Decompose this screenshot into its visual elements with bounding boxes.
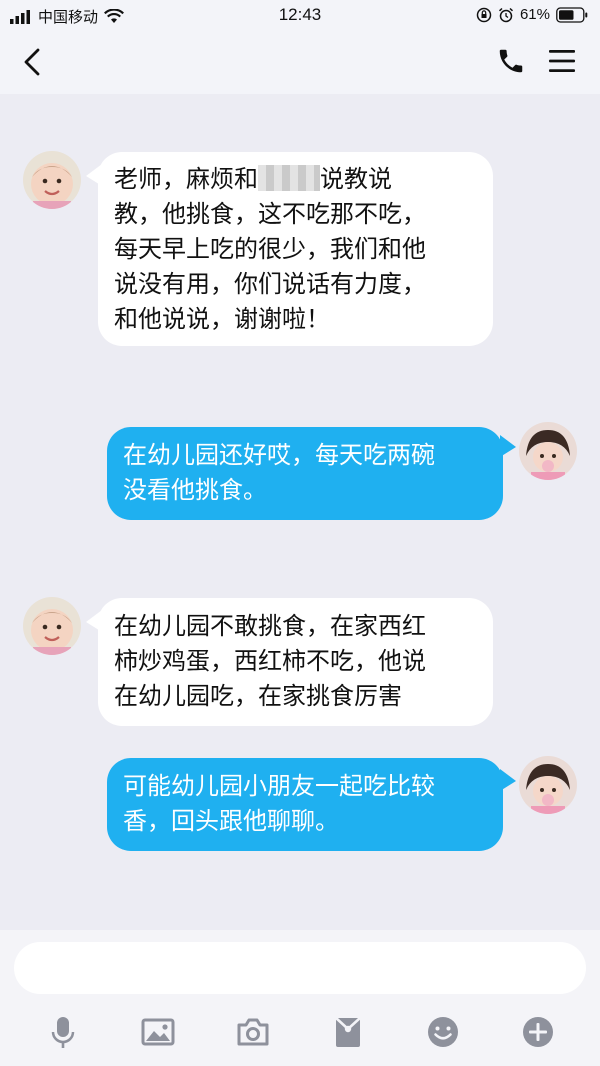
composer xyxy=(0,930,600,1066)
microphone-icon[interactable] xyxy=(43,1012,83,1052)
message-line: 老师，麻烦和 说教说 xyxy=(114,165,392,193)
alarm-icon xyxy=(498,7,513,22)
camera-icon[interactable] xyxy=(233,1012,273,1052)
message-line: 可能幼儿园小朋友一起吃比较 xyxy=(123,772,435,800)
redacted-name-blur xyxy=(258,165,320,191)
back-icon[interactable] xyxy=(14,42,54,82)
status-bar: 中国移动 12:43 61% xyxy=(0,0,600,32)
message-line: 教，他挑食，这不吃那不吃， xyxy=(114,200,426,228)
menu-icon[interactable] xyxy=(546,46,578,76)
plus-icon[interactable] xyxy=(518,1012,558,1052)
orientation-lock-icon xyxy=(476,7,492,22)
message-bubble-incoming[interactable]: 在幼儿园不敢挑食，在家西红 柿炒鸡蛋，西红柿不吃，他说 在幼儿园吃，在家挑食厉害 xyxy=(98,598,493,726)
message-line: 柿炒鸡蛋，西红柿不吃，他说 xyxy=(114,647,426,675)
message-input[interactable] xyxy=(14,942,586,994)
phone-icon[interactable] xyxy=(496,46,526,76)
contact-avatar[interactable] xyxy=(23,597,81,655)
message-bubble-outgoing[interactable]: 可能幼儿园小朋友一起吃比较 香，回头跟他聊聊。 xyxy=(107,758,503,851)
message-line: 没看他挑食。 xyxy=(123,476,267,504)
message-line: 在幼儿园吃，在家挑食厉害 xyxy=(114,682,402,710)
message-bubble-outgoing[interactable]: 在幼儿园还好哎，每天吃两碗 没看他挑食。 xyxy=(107,427,503,520)
message-list: 老师，麻烦和 说教说 教，他挑食，这不吃那不吃， 每天早上吃的很少，我们和他 说没… xyxy=(0,94,600,930)
status-icons: 61% xyxy=(476,6,588,23)
message-bubble-incoming[interactable]: 老师，麻烦和 说教说 教，他挑食，这不吃那不吃， 每天早上吃的很少，我们和他 说没… xyxy=(98,152,493,346)
image-icon[interactable] xyxy=(138,1012,178,1052)
emoji-icon[interactable] xyxy=(423,1012,463,1052)
message-line: 香，回头跟他聊聊。 xyxy=(123,807,339,835)
chat-header xyxy=(0,32,600,94)
my-avatar[interactable] xyxy=(519,422,577,480)
battery-percent: 61% xyxy=(519,6,550,23)
my-avatar[interactable] xyxy=(519,756,577,814)
message-line: 和他说说，谢谢啦！ xyxy=(114,305,330,333)
message-line: 说没有用，你们说话有力度， xyxy=(114,270,426,298)
red-packet-icon[interactable] xyxy=(328,1012,368,1052)
battery-icon xyxy=(556,6,588,23)
input-toolbar xyxy=(0,1008,600,1058)
message-line: 在幼儿园不敢挑食，在家西红 xyxy=(114,612,426,640)
message-line: 每天早上吃的很少，我们和他 xyxy=(114,235,426,263)
contact-avatar[interactable] xyxy=(23,151,81,209)
message-line: 在幼儿园还好哎，每天吃两碗 xyxy=(123,441,435,469)
